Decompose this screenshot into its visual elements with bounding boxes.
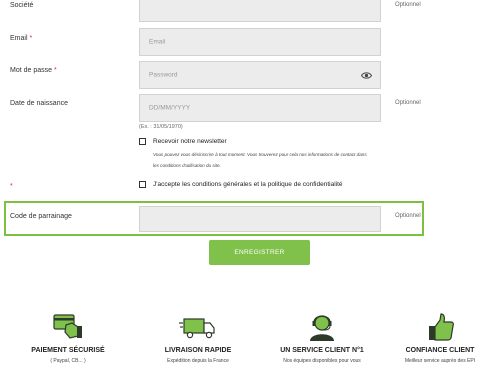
terms-label: J'accepte les conditions générales et la…	[153, 181, 343, 188]
birthdate-example: (Ex. : 31/05/1970)	[139, 124, 183, 130]
birthdate-label: Date de naissance	[10, 100, 68, 107]
societe-label: Société	[10, 2, 34, 9]
birthdate-optional: Optionnel	[395, 100, 421, 106]
referral-input[interactable]	[139, 206, 381, 232]
feature-title: UN SERVICE CLIENT N°1	[280, 347, 364, 354]
card-hand-icon	[53, 314, 82, 339]
feature-title: LIVRAISON RAPIDE	[164, 347, 232, 354]
feature-title: PAIEMENT SÉCURISÉ	[31, 347, 105, 354]
feature-subtitle: Nos équipes disponibles pour vous	[283, 358, 361, 364]
societe-input[interactable]	[139, 0, 381, 22]
password-input[interactable]: Password	[139, 61, 381, 89]
eye-icon[interactable]	[361, 71, 372, 80]
submit-button[interactable]: ENREGISTRER	[209, 240, 310, 265]
feature-subtitle: Expédition depuis la France	[167, 358, 229, 364]
feature-title: CONFIANCE CLIENT	[405, 347, 475, 354]
newsletter-note-line2: les conditions d'utilisation du site.	[153, 163, 221, 168]
newsletter-checkbox[interactable]	[139, 138, 146, 145]
password-label: Mot de passe *	[10, 67, 57, 74]
password-placeholder: Password	[149, 71, 178, 79]
newsletter-label: Recevoir notre newsletter	[153, 138, 227, 145]
email-input[interactable]: Email	[139, 28, 381, 56]
terms-checkbox[interactable]	[139, 181, 146, 188]
terms-required-mark: *	[10, 183, 13, 190]
thumbs-up-icon	[429, 313, 454, 341]
societe-optional: Optionnel	[395, 2, 421, 8]
feature-subtitle: Meilleur service auprès des EPI	[404, 358, 476, 364]
referral-label: Code de parrainage	[10, 213, 72, 220]
newsletter-note-line1: Vous pouvez vous désinscrire à tout mome…	[153, 152, 367, 157]
birthdate-input[interactable]: DD/MM/YYYY	[139, 94, 381, 122]
delivery-truck-icon	[179, 318, 215, 339]
headset-agent-icon	[310, 315, 334, 341]
email-placeholder: Email	[149, 38, 166, 46]
referral-optional: Optionnel	[395, 213, 421, 219]
email-label: Email *	[10, 35, 33, 42]
feature-subtitle: ( Paypal, CB... )	[50, 358, 86, 364]
birthdate-placeholder: DD/MM/YYYY	[149, 104, 191, 112]
